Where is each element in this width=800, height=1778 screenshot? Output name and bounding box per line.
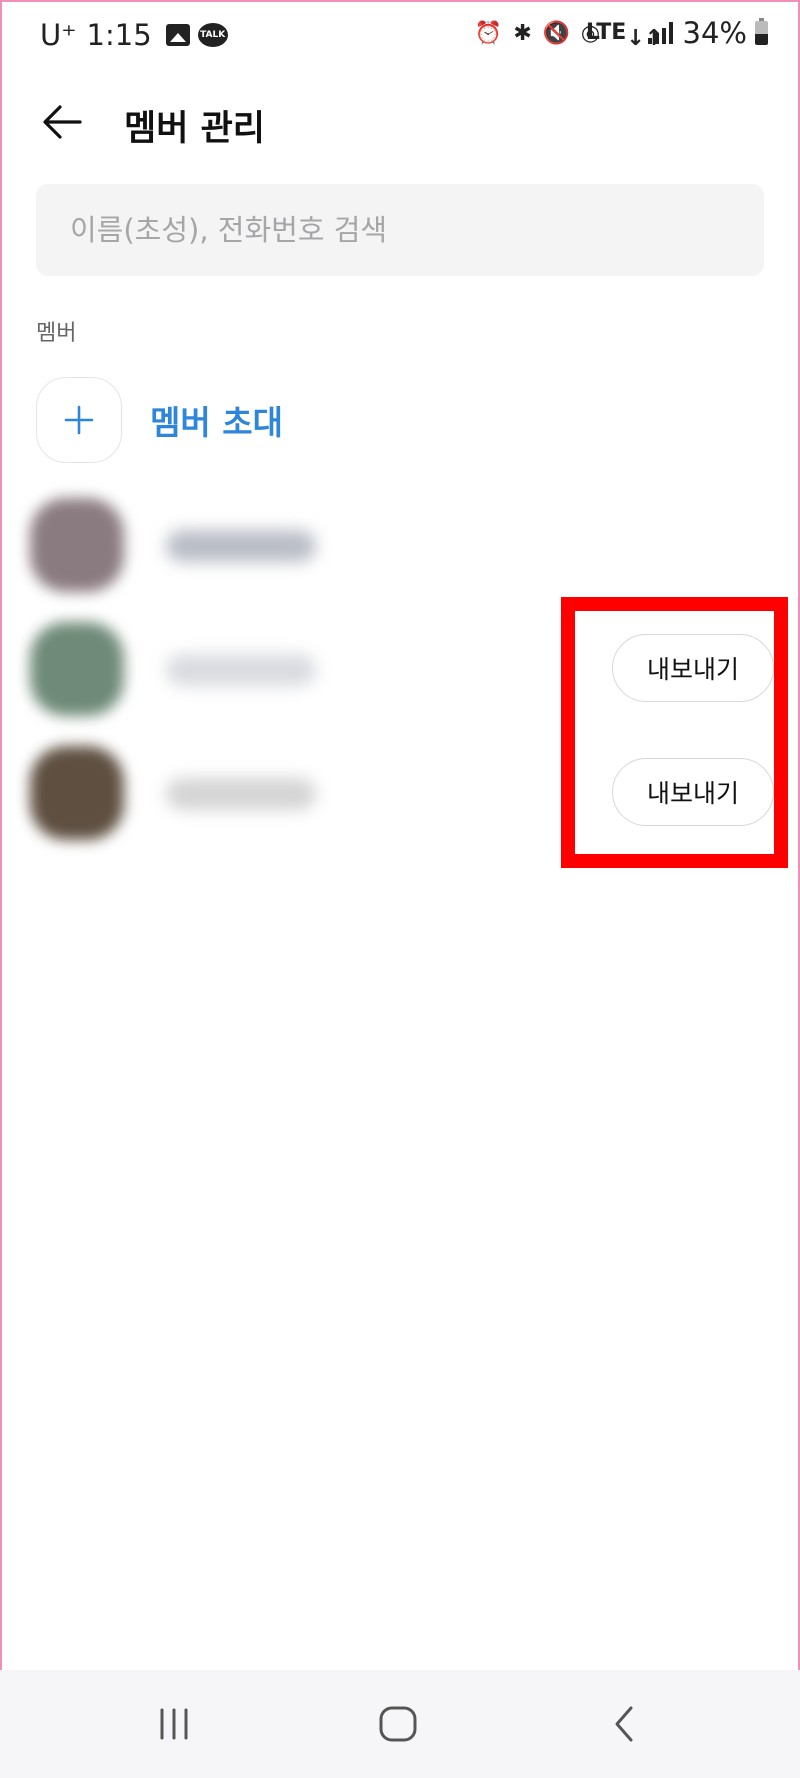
bluetooth-icon: ✱: [513, 20, 532, 46]
invite-member-label: 멤버 초대: [150, 403, 283, 442]
home-button[interactable]: [358, 1692, 438, 1756]
mute-icon: 🔇: [542, 20, 571, 46]
battery-percent: 34%: [682, 16, 747, 50]
lte-icon: LTE ↓↑: [585, 20, 664, 51]
clock: 1:15: [86, 18, 152, 52]
kakaotalk-notification-icon: TALK: [197, 23, 228, 47]
alarm-icon: ⏰: [474, 20, 503, 46]
member-avatar: [30, 498, 124, 592]
members-section-label: 멤버: [36, 321, 77, 346]
member-name-blurred: [166, 778, 316, 810]
back-icon: [615, 1706, 633, 1742]
app-header: 멤버 관리: [0, 80, 800, 166]
member-row[interactable]: 내보내기: [26, 612, 776, 730]
status-right: ⏰ ✱ 🔇 ◎ LTE ↓↑ 34%: [468, 16, 768, 50]
invite-member-button[interactable]: 멤버 초대: [36, 375, 396, 465]
status-bar: U⁺ 1:15 TALK ⏰ ✱ 🔇 ◎ LTE ↓↑ 34%: [0, 0, 800, 76]
back-button[interactable]: [38, 98, 86, 146]
recent-apps-button[interactable]: [134, 1692, 214, 1756]
signal-icon: [647, 22, 673, 44]
recent-apps-icon: [160, 1708, 188, 1740]
home-icon: [379, 1706, 417, 1742]
carrier-label: U⁺: [40, 18, 77, 52]
page-title: 멤버 관리: [124, 109, 265, 149]
battery-icon: [755, 18, 768, 45]
export-member-button[interactable]: 내보내기: [612, 758, 774, 826]
arrow-left-icon: [43, 105, 82, 139]
gallery-notification-icon: [165, 24, 190, 46]
export-member-button[interactable]: 내보내기: [612, 634, 774, 702]
member-row[interactable]: 내보내기: [26, 736, 776, 854]
member-name-blurred: [166, 654, 316, 686]
system-nav-bar: [0, 1670, 800, 1778]
member-row[interactable]: [26, 488, 776, 606]
member-avatar: [30, 746, 124, 840]
plus-icon: [36, 377, 122, 463]
nav-back-button[interactable]: [584, 1692, 664, 1756]
status-left: U⁺ 1:15 TALK: [40, 18, 228, 52]
member-name-blurred: [166, 530, 316, 562]
member-avatar: [30, 622, 124, 716]
search-input[interactable]: [36, 184, 764, 276]
